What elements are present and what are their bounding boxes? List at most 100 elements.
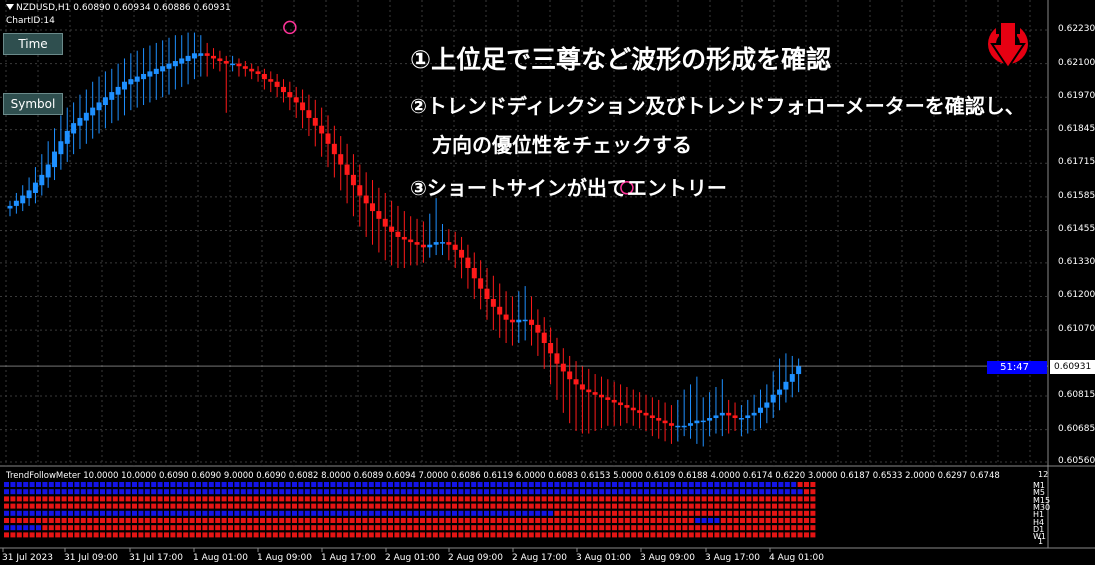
meter-cell [477,496,483,502]
meter-cell [87,482,93,487]
meter-cell [516,532,521,538]
meter-cell [631,489,637,495]
candle [20,185,26,212]
time-button[interactable]: Time [3,33,63,55]
meter-cell [157,525,163,531]
meter-cell [701,510,707,516]
meter-cell [36,525,41,531]
meter-cell [567,503,573,509]
meter-cell [176,518,182,523]
candle [395,205,401,268]
meter-cell [496,482,502,487]
price-label: 0.61200 [1058,290,1095,301]
meter-cell [714,532,720,538]
meter-cell [432,525,438,531]
meter-cell [720,532,726,538]
meter-cell [432,518,438,523]
candle-body [751,412,757,416]
meter-cell [746,503,752,509]
meter-cell [580,518,585,523]
meter-cell [688,525,694,531]
meter-cell [234,489,240,495]
meter-cell [87,518,93,523]
meter-cell [503,510,509,516]
candle [688,384,694,439]
candle-body [452,244,458,250]
meter-cell [292,482,297,487]
meter-cell [541,510,547,516]
candle-body [770,394,776,403]
collapse-triangle-icon[interactable] [6,4,14,10]
meter-cell [490,482,496,487]
meter-cell [343,503,349,509]
meter-cell [650,496,656,502]
meter-cell [106,510,112,516]
meter-cell [669,532,675,538]
meter-cell [548,518,553,523]
meter-cell [279,482,285,487]
meter-cell [624,518,630,523]
meter-cell [637,510,643,516]
meter-cell [426,489,432,495]
meter-cell [16,496,22,502]
chart-window[interactable]: NZDUSD,H1 0.60890 0.60934 0.60886 0.6093… [0,0,1095,565]
candle-body [598,394,604,398]
meter-cell [516,496,521,502]
meter-cell [580,503,585,509]
meter-cell [221,510,227,516]
meter-cell [285,518,291,523]
candle-body [605,397,611,400]
symbol-button[interactable]: Symbol [3,93,63,115]
meter-cell [477,510,483,516]
candle-body [306,110,312,118]
meter-cell [202,532,208,538]
meter-cell [618,482,624,487]
meter-cell [266,510,272,516]
meter-cell [522,525,528,531]
candle-body [153,68,159,74]
meter-cell [797,532,803,538]
meter-cell [752,518,758,523]
meter-cell [791,496,797,502]
meter-cell [368,518,374,523]
meter-cell [36,510,41,516]
candle-body [548,343,554,354]
meter-cell [42,510,48,516]
meter-cell [727,489,733,495]
candle-body [738,418,744,420]
meter-cell [100,482,105,487]
meter-cell [29,518,35,523]
meter-cell [132,503,137,509]
meter-cell [586,503,592,509]
meter-cell [509,482,515,487]
meter-cell [778,510,784,516]
meter-cell [471,496,477,502]
candle [280,79,286,103]
candle [745,399,751,434]
meter-cell [100,518,105,523]
meter-cell [74,532,80,538]
meter-cell [528,510,534,516]
meter-cell [324,510,329,516]
meter-cell [183,532,189,538]
meter-cell [279,510,285,516]
meter-cell [535,503,541,509]
meter-cell [695,525,701,531]
meter-cell [746,489,752,495]
meter-cell [586,510,592,516]
meter-cell [720,482,726,487]
meter-cell [714,489,720,495]
meter-cell [682,518,688,523]
meter-cell [701,518,707,523]
meter-cell [42,532,48,538]
candle-body [719,412,725,416]
meter-cell [381,503,387,509]
candle [141,48,147,106]
meter-cell [516,510,521,516]
meter-cell [464,503,470,509]
meter-cell [388,496,393,502]
meter-cell [605,532,611,538]
meter-cell [260,496,265,502]
meter-cell [496,489,502,495]
meter-cell [349,510,355,516]
